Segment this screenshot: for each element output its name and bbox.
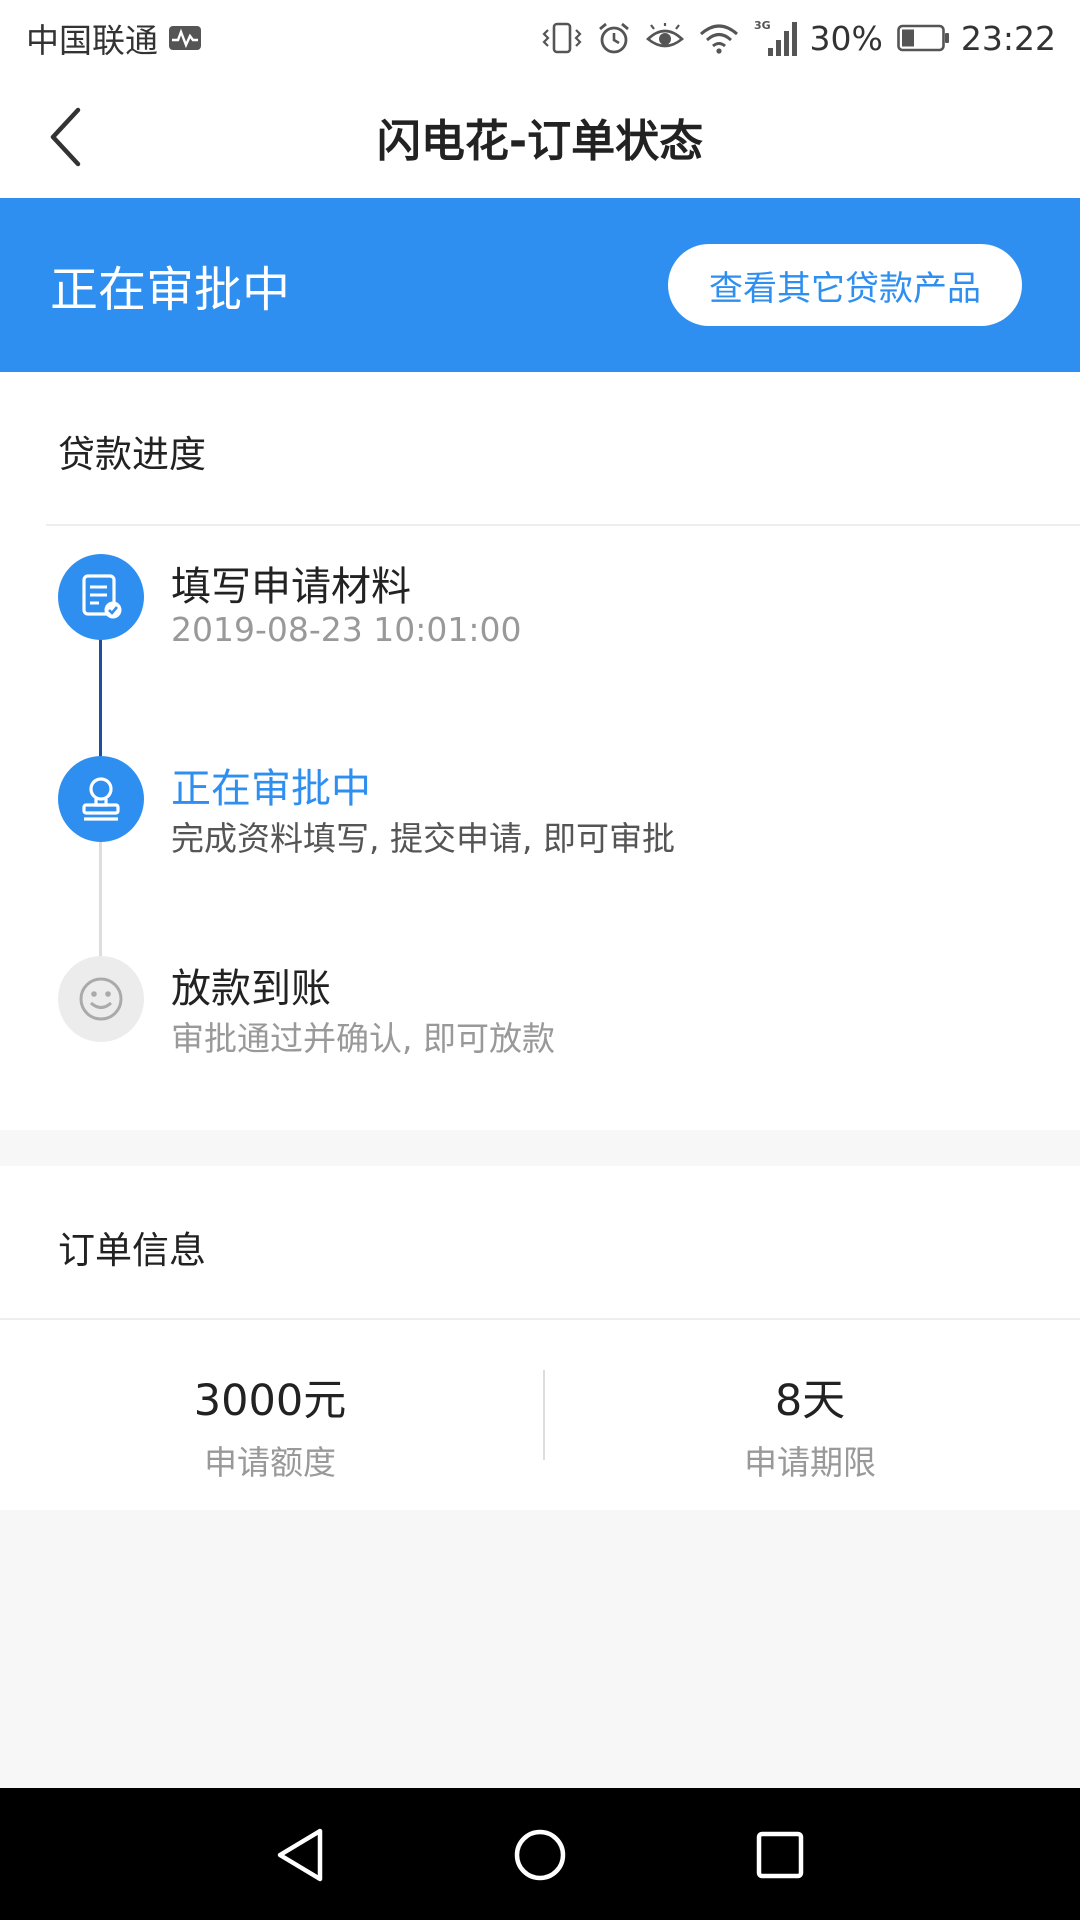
- divider: [0, 1318, 1080, 1320]
- battery-icon: [897, 24, 951, 52]
- vibrate-icon: [541, 21, 582, 55]
- smiley-icon: [58, 956, 144, 1042]
- step-title: 放款到账: [171, 966, 331, 1012]
- divider: [46, 524, 1080, 526]
- alarm-icon: [596, 20, 632, 56]
- system-recent-apps-button[interactable]: [735, 1810, 825, 1900]
- requested-term-label: 申请期限: [744, 1443, 876, 1482]
- step-description: 完成资料填写, 提交申请, 即可审批: [171, 819, 675, 858]
- step-title: 正在审批中: [171, 766, 371, 812]
- activity-monitor-icon: [168, 25, 202, 51]
- navigation-bar: 闪电花-订单状态: [0, 76, 1080, 198]
- requested-term-value: 8天: [774, 1376, 846, 1426]
- requested-amount-value: 3000元: [193, 1376, 347, 1426]
- progress-step-under-review: 正在审批中 完成资料填写, 提交申请, 即可审批: [58, 756, 1058, 858]
- home-circle-icon: [514, 1829, 566, 1881]
- order-info-title: 订单信息: [58, 1229, 206, 1272]
- step-title: 填写申请材料: [171, 564, 411, 610]
- network-type-label: 3G: [754, 19, 771, 32]
- page-title: 闪电花-订单状态: [376, 116, 704, 167]
- requested-term: 8天 申请期限: [540, 1366, 1080, 1484]
- stamp-icon: [58, 756, 144, 842]
- recent-square-icon: [756, 1831, 804, 1879]
- status-bar-right: 3G 30% 23:22: [538, 18, 1056, 58]
- loan-progress-title: 贷款进度: [58, 433, 206, 476]
- progress-step-disbursement: 放款到账 审批通过并确认, 即可放款: [58, 956, 1058, 1058]
- status-banner: 正在审批中 查看其它贷款产品: [0, 198, 1080, 372]
- status-bar: 中国联通 3G 30% 23:22: [0, 0, 1080, 76]
- eye-icon: [645, 23, 684, 53]
- signal-icon: 3G: [754, 18, 800, 58]
- progress-step-fill-application: 填写申请材料 2019-08-23 10:01:00: [58, 554, 1058, 654]
- requested-amount-label: 申请额度: [204, 1443, 336, 1482]
- back-triangle-icon: [277, 1828, 323, 1882]
- step-timestamp: 2019-08-23 10:01:00: [171, 610, 522, 649]
- step-description: 审批通过并确认, 即可放款: [171, 1019, 555, 1058]
- document-check-icon: [58, 554, 144, 640]
- order-info-section: 订单信息 3000元 申请额度 8天 申请期限: [0, 1166, 1080, 1510]
- loan-progress-section: 贷款进度 填写申请材料 2019-08-23 10:01:00 正在审批中 完成…: [0, 372, 1080, 1130]
- battery-percent: 30%: [809, 18, 883, 58]
- system-home-button[interactable]: [495, 1810, 585, 1900]
- system-back-button[interactable]: [255, 1810, 345, 1900]
- approval-status-text: 正在审批中: [50, 262, 291, 318]
- status-bar-left: 中国联通: [26, 14, 202, 62]
- carrier-name: 中国联通: [26, 21, 158, 60]
- requested-amount: 3000元 申请额度: [0, 1366, 540, 1484]
- view-other-loan-products-button[interactable]: 查看其它贷款产品: [668, 244, 1022, 326]
- clock-time: 23:22: [960, 18, 1056, 58]
- wifi-icon: [698, 22, 740, 54]
- system-navigation-bar: [0, 1788, 1080, 1920]
